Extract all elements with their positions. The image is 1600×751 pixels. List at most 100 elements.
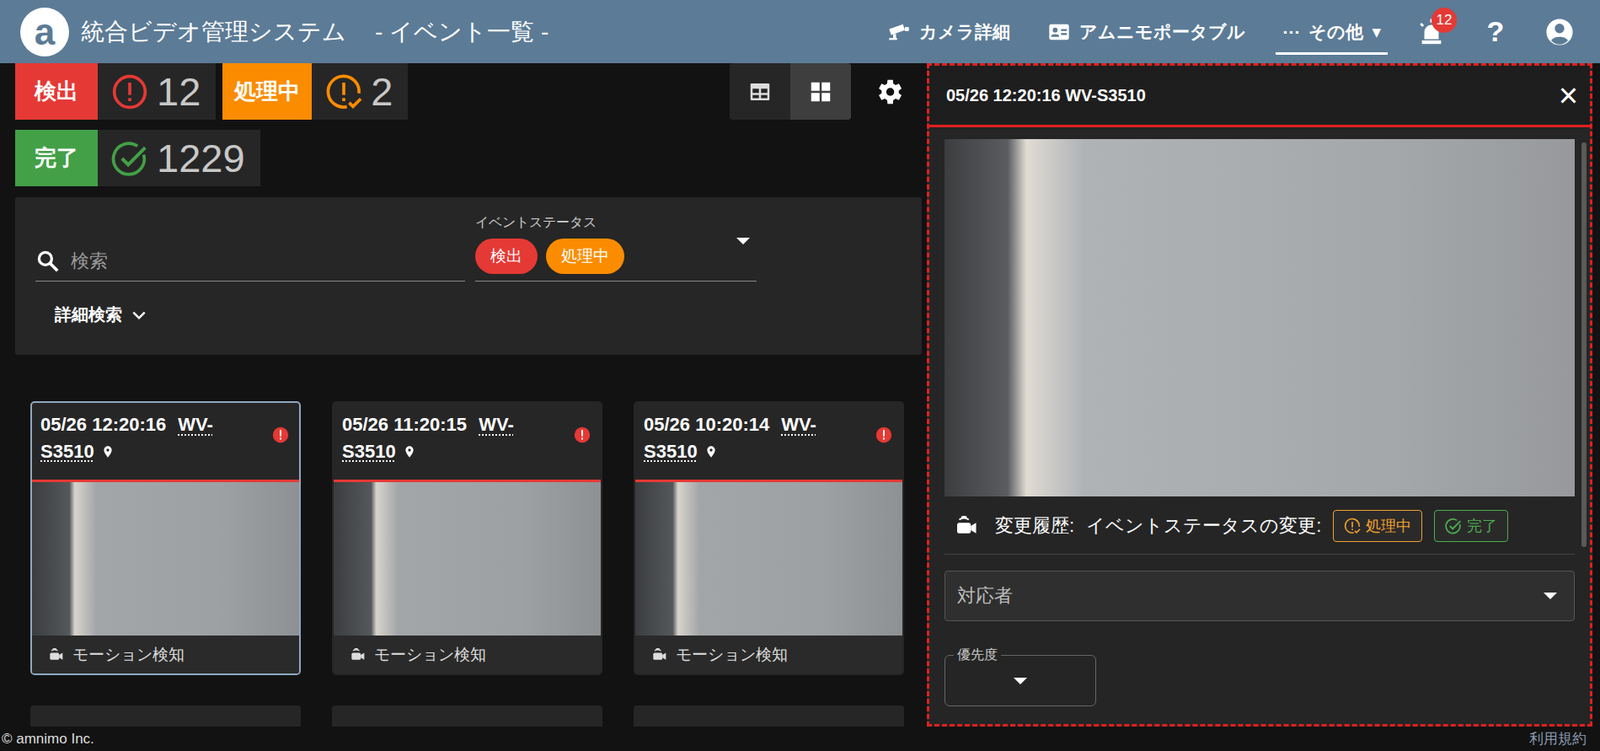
- event-type: モーション検知: [374, 643, 487, 666]
- nav-item[interactable]: アムニモポータブル: [1028, 0, 1264, 64]
- event-card[interactable]: 05/26 12:20:16 WV-S3510モーション検知: [30, 401, 301, 675]
- event-snapshot: [32, 481, 300, 636]
- event-card-header: 05/26 10:20:14 WV-S3510: [635, 402, 903, 482]
- detail-body: 変更履歴: イベントステータスの変更: 処理中 完了対応者優先度: [929, 127, 1590, 724]
- dropdown-arrow-icon: [1543, 592, 1558, 600]
- status-counter[interactable]: 完了1229: [15, 129, 261, 187]
- status-button[interactable]: 処理中: [1332, 509, 1423, 542]
- security-camera-icon: [348, 646, 366, 664]
- logo[interactable]: a: [20, 7, 70, 57]
- status-counter[interactable]: 処理中2: [222, 63, 408, 120]
- status-button-label[interactable]: 完了: [1466, 515, 1498, 536]
- counter-label[interactable]: 検出: [15, 63, 98, 120]
- help-button[interactable]: ?: [1463, 0, 1528, 64]
- counter-value: 2: [311, 63, 408, 120]
- counter-label[interactable]: 完了: [15, 129, 98, 187]
- scrollbar[interactable]: [1581, 142, 1587, 547]
- advanced-search-toggle[interactable]: 詳細検索: [54, 303, 902, 327]
- terms-link[interactable]: 利用規約: [1529, 728, 1587, 749]
- gear-icon: [872, 75, 905, 108]
- counter-count: 12: [156, 68, 201, 115]
- event-card[interactable]: 05/26 10:20:14 WV-S3510 モーション検知: [633, 401, 905, 675]
- status-counters: 検出 12 処理中2 完了1229: [15, 63, 487, 187]
- status-chip[interactable]: 検出: [475, 238, 538, 274]
- event-list-area: 検出12処理中2完了1229イベントステータス検出処理中詳細検索05/26 12…: [0, 63, 927, 727]
- priority-select[interactable]: 優先度: [944, 654, 1097, 707]
- search-panel: イベントステータス検出処理中詳細検索: [15, 197, 922, 355]
- event-detail-panel: 05/26 12:20:16 WV-S3510 × 変更履歴: イベントステータスの変…: [926, 63, 1593, 727]
- advanced-search-label[interactable]: 詳細検索: [54, 303, 123, 327]
- view-button[interactable]: [790, 63, 851, 120]
- search-row: イベントステータス検出処理中: [35, 214, 902, 282]
- grid-icon: [808, 79, 834, 105]
- alert-dot-icon: [272, 426, 289, 444]
- alert-dot-icon: [573, 426, 591, 444]
- account-button[interactable]: [1527, 0, 1592, 64]
- security-camera-icon: [952, 513, 979, 539]
- processing-icon: [1343, 517, 1361, 535]
- event-card-footer: モーション検知: [32, 635, 300, 674]
- counter-value: 1229: [97, 129, 261, 187]
- status-change-label: イベントステータスの変更:: [1086, 513, 1322, 539]
- priority-label: 優先度: [953, 646, 1001, 664]
- event-card-footer: モーション検知: [635, 635, 903, 674]
- status-chips: 検出処理中: [475, 238, 757, 274]
- account-icon: [1545, 17, 1574, 47]
- event-type: モーション検知: [72, 643, 185, 666]
- status-chip[interactable]: 処理中: [545, 238, 625, 274]
- alert-dot-icon: [875, 426, 893, 444]
- view-tools: [729, 63, 922, 187]
- security-camera-icon: [650, 646, 668, 664]
- status-counter[interactable]: 検出 12: [15, 63, 216, 120]
- toolbar: 検出 12 処理中2 完了1229: [15, 63, 922, 187]
- alert-badge: 12: [1431, 7, 1457, 33]
- history-label[interactable]: 変更履歴:: [995, 513, 1075, 539]
- event-time: 05/26 11:20:15: [342, 413, 467, 435]
- detail-content: 変更履歴: イベントステータスの変更: 処理中 完了対応者優先度: [929, 127, 1580, 724]
- detail-title: 05/26 12:20:16 WV-S3510: [946, 85, 1146, 106]
- chevron-down-icon: [130, 306, 148, 324]
- security-camera-icon: [47, 646, 65, 664]
- footer: © amnimo Inc. 利用規約: [0, 726, 1600, 751]
- event-type: モーション検知: [675, 643, 788, 666]
- app-title: 統合ビデオ管理システム: [80, 16, 347, 49]
- event-video: [944, 139, 1575, 497]
- app-header: a 統合ビデオ管理システム - イベント一覧 - カメラ詳細 アムニモポータブル ···そ…: [0, 0, 1600, 64]
- settings-button[interactable]: [872, 63, 905, 120]
- status-filter-label: イベントステータス: [475, 214, 757, 232]
- counter-value: 12: [97, 63, 216, 120]
- status-button-label[interactable]: 処理中: [1365, 515, 1412, 536]
- processing-icon: [325, 73, 363, 111]
- status-row: 変更履歴: イベントステータスの変更: 処理中 完了: [944, 496, 1575, 555]
- event-card-placeholder: [331, 705, 603, 727]
- search-input[interactable]: [70, 250, 466, 273]
- check-circle-icon: [1444, 517, 1462, 535]
- event-card-footer: モーション検知: [333, 635, 601, 674]
- pin-icon: [402, 444, 417, 460]
- event-grid: 05/26 12:20:16 WV-S3510モーション検知05/26 11:2…: [15, 401, 922, 675]
- status-filter[interactable]: イベントステータス検出処理中: [475, 214, 757, 282]
- nav-label[interactable]: その他: [1308, 20, 1364, 44]
- page-title: - イベント一覧 -: [374, 16, 549, 49]
- search-field: [35, 248, 466, 282]
- status-button[interactable]: 完了: [1434, 509, 1509, 542]
- assignee-select[interactable]: 対応者: [944, 570, 1575, 621]
- dropdown-arrow-icon: [736, 237, 750, 245]
- dropdown-arrow-icon: [1013, 677, 1028, 685]
- alerts-button[interactable]: 12: [1399, 0, 1464, 64]
- detail-header: 05/26 12:20:16 WV-S3510 ×: [929, 65, 1590, 128]
- close-button[interactable]: ×: [1558, 78, 1579, 113]
- nav-item[interactable]: カメラ詳細: [868, 0, 1029, 64]
- event-card[interactable]: 05/26 11:20:15 WV-S3510モーション検知: [331, 401, 603, 675]
- assignee-placeholder[interactable]: 対応者: [957, 583, 1013, 609]
- table-icon: [747, 79, 773, 105]
- nav-label[interactable]: アムニモポータブル: [1079, 20, 1246, 44]
- view-button[interactable]: [729, 63, 791, 120]
- nav-item[interactable]: ···その他▾: [1263, 0, 1400, 64]
- event-snapshot: [635, 481, 903, 636]
- copyright: © amnimo Inc.: [1, 730, 95, 748]
- main: 検出12処理中2完了1229イベントステータス検出処理中詳細検索05/26 12…: [0, 63, 1600, 727]
- nav-label[interactable]: カメラ詳細: [919, 20, 1011, 44]
- search-icon: [35, 248, 61, 274]
- counter-label[interactable]: 処理中: [222, 63, 312, 120]
